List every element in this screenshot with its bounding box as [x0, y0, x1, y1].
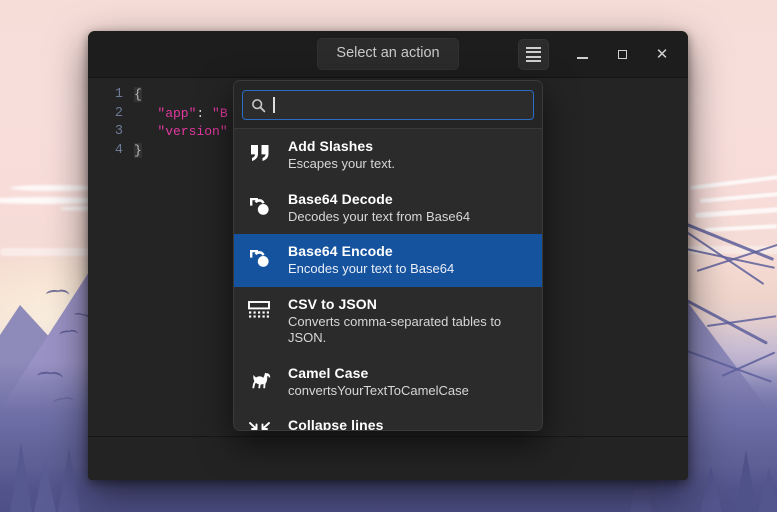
list-item-description: convertsYourTextToCamelCase [288, 382, 469, 398]
code-token-string: "app" [157, 105, 197, 121]
bird [58, 329, 72, 338]
list-item-text: CSV to JSON Converts comma-separated tab… [288, 295, 530, 347]
code-token-brace: { [134, 87, 142, 102]
list-item-description: Converts comma-separated tables to JSON. [288, 313, 502, 346]
search-input[interactable] [281, 97, 525, 113]
bird [73, 312, 85, 319]
tree [10, 442, 32, 512]
list-item-text: Base64 Decode Decodes your text from Bas… [288, 190, 530, 226]
text-cursor [273, 97, 275, 113]
list-item-text: Collapse lines [288, 416, 530, 430]
menu-icon[interactable] [518, 39, 549, 70]
action-results-list[interactable]: Add Slashes Escapes your text. Base64 De… [234, 128, 542, 430]
list-item-description: Escapes your text. [288, 156, 395, 171]
list-item[interactable]: Base64 Encode Encodes your text to Base6… [234, 234, 542, 287]
line-number-gutter: 1 2 3 4 [88, 78, 134, 436]
tree [758, 468, 777, 512]
base64-decode-icon [245, 190, 275, 222]
code-token-punct: : [196, 105, 213, 121]
window-controls: ✕ [518, 31, 682, 78]
search-icon [252, 98, 266, 112]
list-item-title: CSV to JSON [288, 295, 378, 312]
status-bar [88, 436, 688, 480]
desktop-wallpaper: Select an action ✕ 1 2 3 4 { "app": "B "… [0, 0, 777, 512]
tree [34, 460, 56, 512]
close-icon[interactable]: ✕ [642, 31, 682, 78]
select-an-action-button[interactable]: Select an action [317, 38, 459, 70]
code-token-string: "version" [157, 124, 228, 140]
search-container [234, 81, 542, 128]
list-item-description: Encodes your text to Base64 [288, 261, 455, 276]
list-item[interactable]: Add Slashes Escapes your text. [234, 129, 542, 182]
list-item-title: Base64 Encode [288, 243, 393, 259]
line-number: 4 [114, 142, 123, 158]
title-bar: Select an action ✕ [88, 31, 688, 78]
line-number: 3 [114, 124, 123, 140]
list-item-text: Camel Case convertsYourTextToCamelCase [288, 364, 530, 400]
list-item-description: Decodes your text from Base64 [288, 208, 471, 224]
line-number: 1 [114, 87, 123, 102]
tree [700, 466, 722, 512]
quotes-icon [245, 137, 275, 169]
base64-encode-icon [245, 242, 275, 274]
tree [735, 450, 757, 512]
search-box[interactable] [242, 90, 534, 120]
list-item[interactable]: Base64 Decode Decodes your text from Bas… [234, 182, 542, 235]
table-icon [245, 295, 275, 327]
action-picker-popover: Add Slashes Escapes your text. Base64 De… [233, 80, 543, 431]
code-token-brace: } [134, 142, 142, 158]
list-item[interactable]: Collapse lines [234, 408, 542, 430]
maximize-icon[interactable] [602, 31, 642, 78]
list-item-title: Camel Case [288, 364, 369, 381]
camel-icon [245, 364, 275, 396]
line-number: 2 [114, 105, 123, 121]
list-item-title: Add Slashes [288, 138, 374, 154]
cloud [10, 185, 100, 191]
bird [45, 289, 61, 298]
list-item[interactable]: CSV to JSON Converts comma-separated tab… [234, 287, 542, 356]
list-item-text: Add Slashes Escapes your text. [288, 137, 530, 173]
list-item-title: Collapse lines [288, 417, 384, 430]
tree [58, 448, 80, 512]
collapse-arrows-icon [245, 416, 275, 430]
list-item[interactable]: Camel Case convertsYourTextToCamelCase [234, 356, 542, 409]
list-item-title: Base64 Decode [288, 190, 393, 207]
list-item-text: Base64 Encode Encodes your text to Base6… [288, 242, 530, 278]
code-token-string: "B [212, 105, 228, 121]
minimize-icon[interactable] [562, 31, 602, 78]
